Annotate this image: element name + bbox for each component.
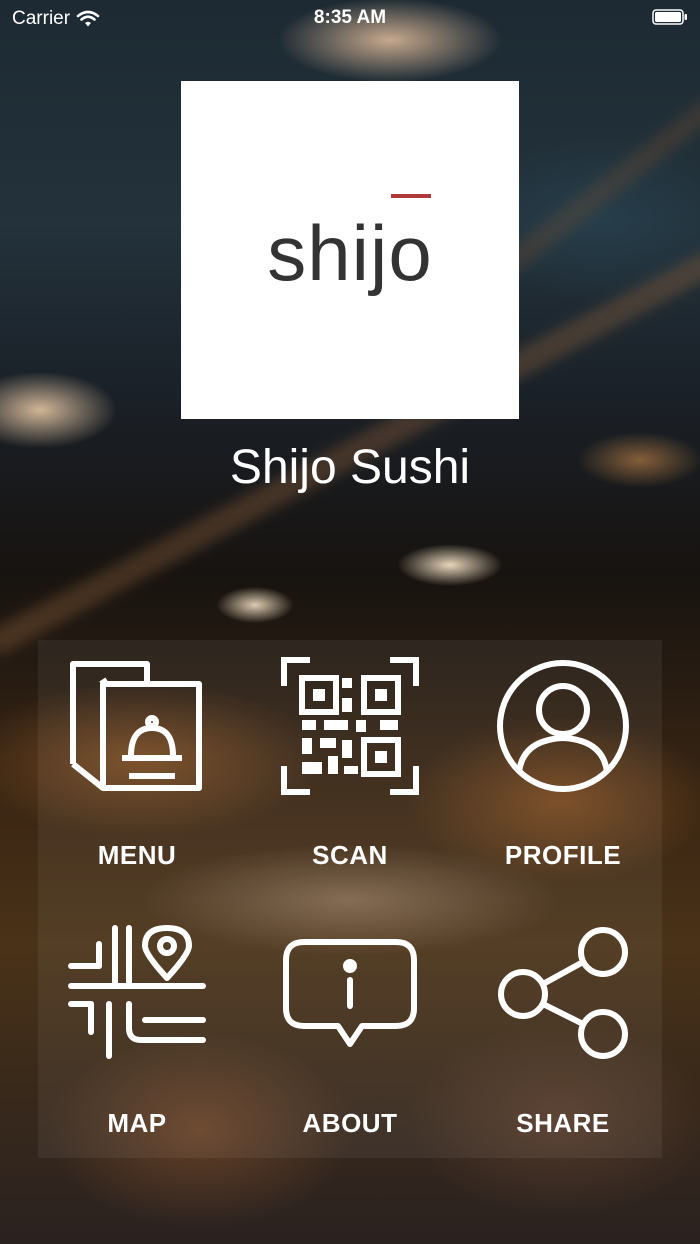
qr-code-icon: [281, 657, 419, 795]
info-bubble-icon: [283, 939, 417, 1047]
scan-label: SCAN: [312, 840, 388, 870]
profile-button[interactable]: PROFILE: [463, 656, 663, 871]
profile-label: PROFILE: [504, 840, 622, 870]
menu-label: MENU: [97, 840, 177, 870]
share-icon: [498, 927, 628, 1059]
map-pin-icon: [68, 925, 206, 1059]
logo-wordmark: shijo: [267, 194, 432, 292]
restaurant-logo: shijo: [181, 81, 519, 419]
logo-accent-bar: [390, 194, 431, 198]
share-button[interactable]: SHARE: [463, 924, 663, 1139]
status-time: 8:35 AM: [313, 7, 387, 28]
status-bar: Carrier 8:35 AM: [0, 0, 700, 36]
menu-button[interactable]: MENU: [37, 656, 237, 871]
restaurant-name: Shijo Sushi: [229, 441, 471, 494]
battery-icon: [652, 9, 687, 25]
menu-cloche-icon: [70, 661, 202, 791]
scan-button[interactable]: SCAN: [250, 656, 450, 871]
user-profile-icon: [497, 660, 629, 792]
about-label: ABOUT: [302, 1108, 398, 1138]
map-button[interactable]: MAP: [37, 924, 237, 1139]
about-button[interactable]: ABOUT: [250, 924, 450, 1139]
share-label: SHARE: [516, 1108, 610, 1138]
map-label: MAP: [107, 1108, 167, 1138]
